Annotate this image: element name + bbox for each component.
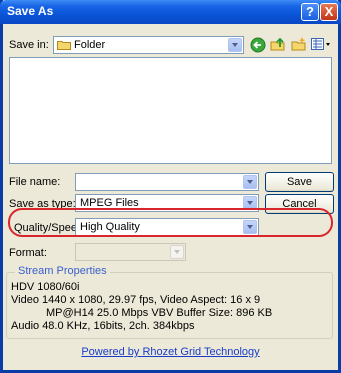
stream-line-1: HDV 1080/60i [11, 281, 80, 293]
format-label: Format: [9, 247, 47, 259]
views-menu-icon[interactable] [311, 37, 331, 52]
save-in-dropdown[interactable]: Folder [53, 36, 244, 54]
stream-line-2: Video 1440 x 1080, 29.97 fps, Video Aspe… [11, 294, 261, 306]
format-dropdown [75, 243, 186, 261]
chevron-down-icon[interactable] [228, 38, 242, 52]
stream-properties-title: Stream Properties [15, 265, 110, 277]
save-button[interactable]: Save [265, 172, 334, 192]
close-button[interactable]: X [320, 3, 338, 21]
powered-by-link[interactable]: Powered by Rhozet Grid Technology [0, 346, 341, 358]
file-name-input[interactable] [75, 173, 259, 191]
new-folder-icon[interactable] [291, 36, 307, 52]
save-in-value: Folder [74, 39, 106, 51]
title-bar[interactable]: Save As ? X [0, 0, 341, 24]
help-button[interactable]: ? [301, 3, 319, 21]
chevron-down-icon[interactable] [243, 175, 257, 189]
window-title: Save As [7, 4, 54, 18]
back-icon[interactable] [250, 37, 266, 53]
up-folder-icon[interactable] [270, 36, 286, 52]
file-name-label: File name: [9, 176, 61, 188]
file-list-area[interactable] [9, 57, 332, 164]
save-in-label: Save in: [9, 39, 49, 51]
chevron-down-icon [170, 245, 184, 259]
stream-line-3: MP@H14 25.0 Mbps VBV Buffer Size: 896 KB [46, 307, 273, 319]
folder-icon [57, 40, 71, 50]
highlight-ellipse [8, 208, 333, 237]
stream-line-4: Audio 48.0 KHz, 16bits, 2ch. 384kbps [11, 320, 195, 332]
